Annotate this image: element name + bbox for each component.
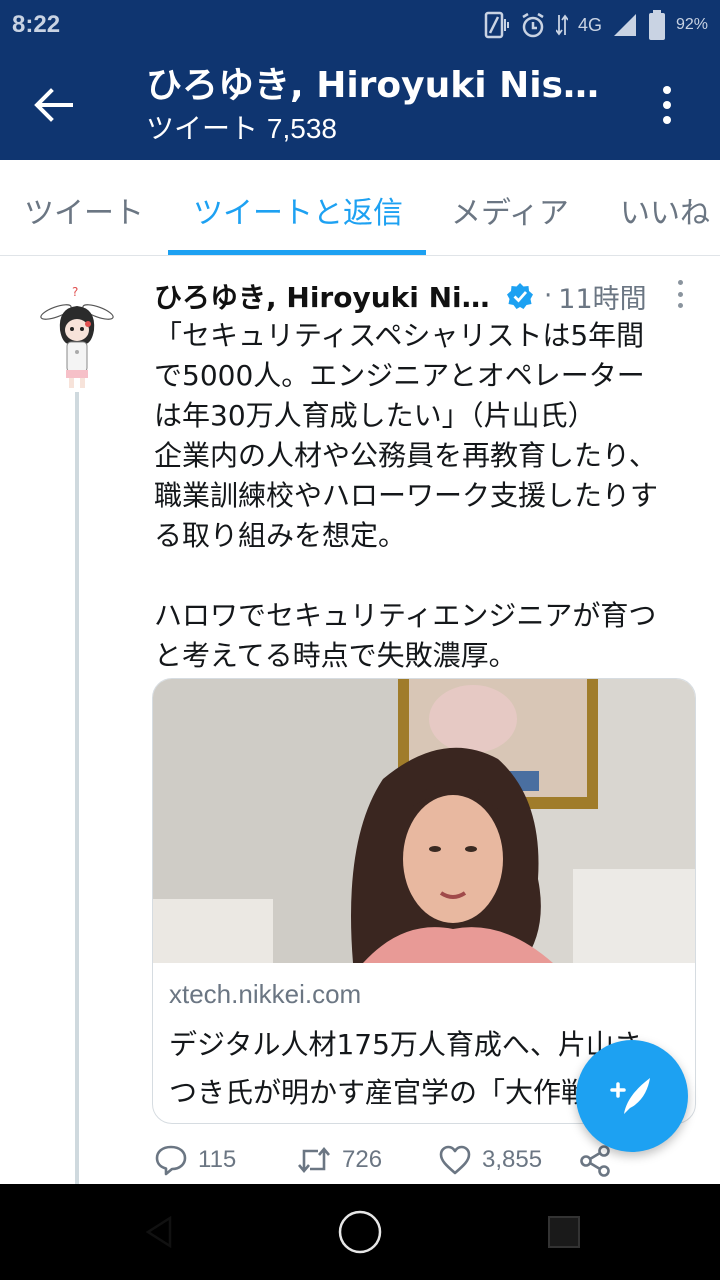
profile-title: ひろゆき, Hiroyuki Nis…: [146, 65, 599, 106]
profile-header: ひろゆき, Hiroyuki Nis… ツイート 7,538: [146, 64, 616, 148]
status-time: 8:22: [12, 11, 61, 38]
avatar[interactable]: ?: [36, 282, 118, 390]
network-icon: [555, 13, 568, 37]
nav-home-icon: [338, 1210, 382, 1254]
app-bar: ひろゆき, Hiroyuki Nis… ツイート 7,538: [0, 50, 720, 160]
tweet-menu-button[interactable]: [672, 280, 688, 308]
more-vertical-icon: [663, 86, 671, 94]
more-vertical-icon-dot: [663, 101, 671, 109]
nav-back-button[interactable]: [100, 1184, 220, 1280]
status-icons: 4G 92%: [484, 10, 708, 40]
more-vertical-icon: [677, 280, 683, 285]
tweet-count-line: ツイート 7,538: [146, 110, 616, 148]
tweet-text-line: ハロワでセキュリティエンジニアが育つ: [154, 599, 657, 632]
more-vertical-icon-dot: [677, 291, 683, 297]
system-nav-bar: [0, 1184, 720, 1280]
verified-badge-icon: [506, 282, 534, 310]
link-card-image: [153, 679, 695, 963]
signal-icon: [612, 12, 638, 38]
active-tab-indicator: [168, 250, 426, 255]
tab-media[interactable]: メディア: [451, 188, 569, 232]
battery-percent: 92%: [675, 16, 708, 33]
nfc-icon: [484, 11, 510, 39]
tweet-text-line: は年30万人育成したい」（片山氏）: [154, 399, 596, 432]
tweet-text-line: 職業訓練校やハローワーク支援したりす: [154, 479, 659, 512]
compose-tweet-button[interactable]: [576, 1040, 688, 1152]
reply-icon: [155, 1145, 187, 1176]
more-vertical-icon-dot: [677, 303, 683, 308]
retweet-button[interactable]: 726: [296, 1144, 382, 1176]
nav-back-icon: [145, 1215, 172, 1249]
like-icon: [439, 1145, 471, 1175]
battery-icon: [648, 10, 666, 40]
share-icon: [580, 1145, 610, 1177]
nav-home-button[interactable]: [300, 1184, 420, 1280]
header-separator: ·: [544, 281, 553, 311]
tab-tweets-and-replies[interactable]: ツイートと返信: [193, 188, 403, 232]
retweet-icon: [298, 1146, 330, 1174]
tab-likes[interactable]: いいね: [620, 188, 710, 232]
tweet-count-label: ツイート: [146, 112, 259, 145]
share-button[interactable]: [578, 1144, 612, 1178]
more-options-button[interactable]: [652, 80, 682, 130]
alarm-icon: [520, 11, 546, 39]
tweet-text-line: で5000人。エンジニアとオペレーター: [154, 359, 645, 392]
tweet-text-line: 企業内の人材や公務員を再教育したり、: [154, 439, 657, 472]
nav-recents-button[interactable]: [504, 1184, 624, 1280]
svg-text:?: ?: [72, 285, 78, 299]
tweet-actions: 115 726 3,855: [154, 1144, 624, 1184]
tweet-text-line: 「セキュリティスペシャリストは5年間: [154, 319, 645, 352]
tweet-author[interactable]: ひろゆき, Hiroyuki Nishi…: [154, 276, 498, 316]
like-button[interactable]: 3,855: [438, 1144, 542, 1176]
nav-recents-icon: [548, 1216, 580, 1248]
compose-icon: [610, 1078, 650, 1114]
tweet-count: 7,538: [266, 113, 337, 144]
like-count: 3,855: [482, 1146, 543, 1173]
status-bar: 8:22 4G 92%: [0, 0, 720, 50]
tweet-time[interactable]: 11時間: [558, 277, 646, 316]
back-button[interactable]: [28, 82, 78, 128]
tweet-header: ひろゆき, Hiroyuki Nishi… · 11時間: [154, 276, 674, 316]
network-type: 4G: [577, 14, 602, 35]
tweet-text: 「セキュリティスペシャリストは5年間 で5000人。エンジニアとオペレーター は…: [154, 316, 694, 676]
tweet-text-line: る取り組みを想定。: [154, 519, 407, 552]
reply-button[interactable]: 115: [154, 1144, 236, 1176]
retweet-count: 726: [342, 1146, 383, 1173]
link-card-domain: xtech.nikkei.com: [169, 979, 362, 1009]
back-arrow-icon: [34, 88, 73, 122]
tab-tweets[interactable]: ツイート: [24, 188, 144, 232]
more-vertical-icon-dot: [663, 116, 671, 124]
profile-tabs: ツイート ツイートと返信 メディア いいね: [0, 160, 720, 256]
thread-line: [75, 392, 79, 1184]
reply-count: 115: [198, 1146, 237, 1173]
tweet-text-line: と考えてる時点で失敗濃厚。: [154, 639, 517, 672]
